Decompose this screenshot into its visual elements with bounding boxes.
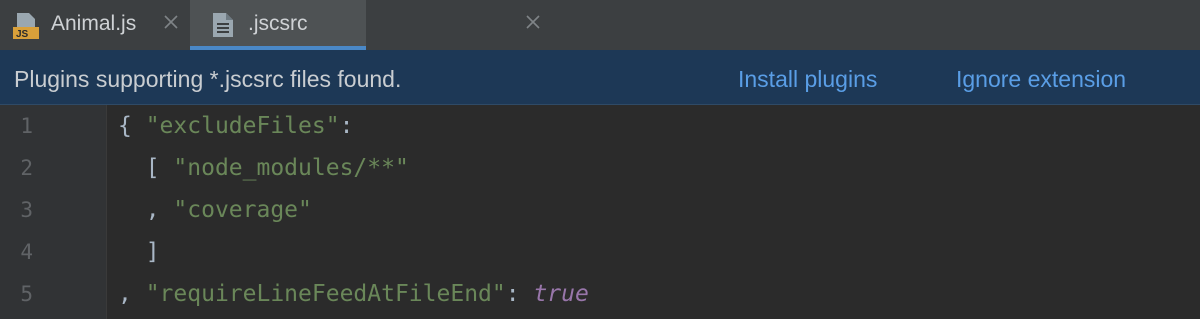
code-punctuation: , [118,281,146,307]
close-icon[interactable] [162,13,180,31]
code-line: , "requireLineFeedAtFileEnd": true [118,273,589,315]
ignore-extension-link[interactable]: Ignore extension [956,66,1126,92]
code-editor[interactable]: 1 2 3 4 5 { "excludeFiles": [ "node_modu… [0,105,1200,319]
plugin-notification-banner: Plugins supporting *.jscsrc files found.… [0,50,1200,105]
editor-tab-bar: JS Animal.js .jscsrc [0,0,1200,50]
code-line: ] [118,231,160,273]
line-number: 2 [20,156,33,180]
code-punctuation: : [339,113,354,139]
tab-jscsrc[interactable]: .jscsrc [190,0,540,50]
js-icon-label: JS [16,29,29,40]
tab-animal-js[interactable]: JS Animal.js [0,0,190,50]
line-number: 1 [20,114,33,138]
line-number-gutter: 1 2 3 4 5 [0,105,107,319]
code-punctuation: ] [145,239,160,265]
install-plugins-link[interactable]: Install plugins [738,66,877,92]
javascript-file-icon: JS [13,13,39,40]
line-number: 3 [20,198,33,222]
tab-label: .jscsrc [248,12,308,35]
code-string: "excludeFiles" [145,113,340,139]
code-string: "node_modules/**" [173,155,409,181]
tab-label: Animal.js [51,12,137,35]
close-icon[interactable] [524,13,542,31]
banner-message: Plugins supporting *.jscsrc files found. [14,66,402,92]
code-line: , "coverage" [118,189,312,231]
ide-window: JS Animal.js .jscsrc Plugins supporting … [0,0,1200,319]
code-keyword: true [533,281,589,307]
code-string: "coverage" [173,197,312,223]
code-line: [ "node_modules/**" [118,147,409,189]
code-line: { "excludeFiles": [118,105,353,147]
text-file-icon [213,13,233,37]
code-punctuation: : [505,281,534,307]
code-punctuation: [ [145,155,174,181]
code-string: "requireLineFeedAtFileEnd" [145,281,506,307]
code-punctuation: , [145,197,174,223]
line-number: 5 [20,282,33,306]
line-number: 4 [20,240,33,264]
code-punctuation: { [118,113,146,139]
